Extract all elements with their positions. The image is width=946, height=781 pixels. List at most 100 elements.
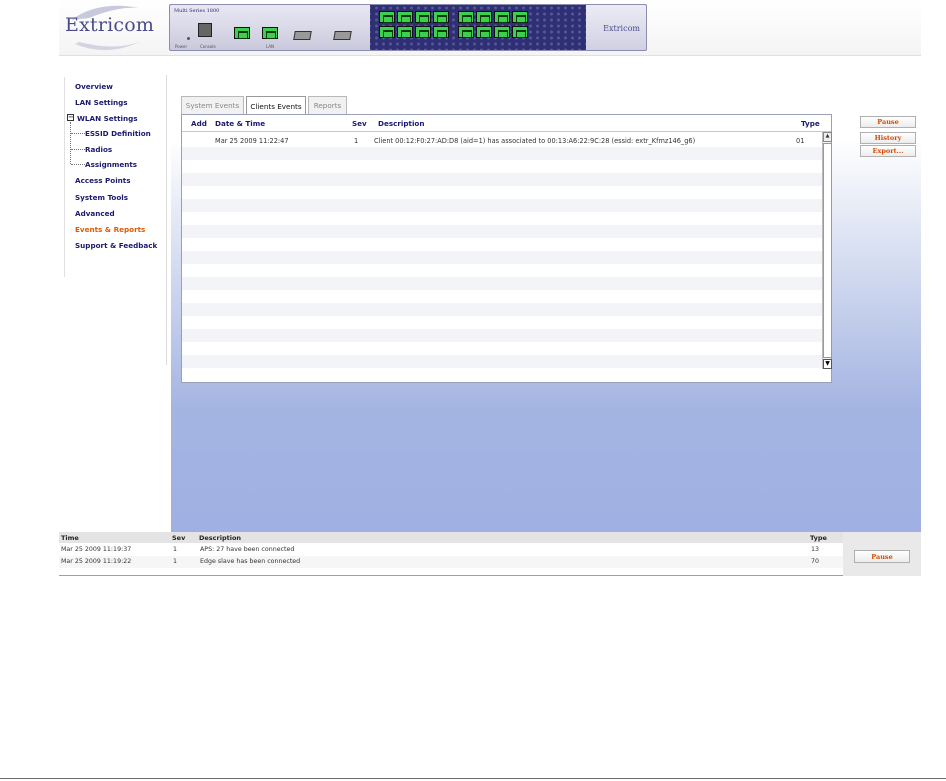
power-led-icon <box>187 37 190 40</box>
table-row <box>182 173 822 186</box>
sidebar-guide <box>64 77 65 277</box>
col-type[interactable]: Type <box>801 119 820 128</box>
log-cell-type: 13 <box>811 546 820 553</box>
table-row[interactable]: Mar 25 2009 11:22:47 1 Client 00:12:F0:2… <box>182 134 822 147</box>
nav-events-reports[interactable]: Events & Reports <box>75 225 145 234</box>
log-col-sev: Sev <box>172 534 186 542</box>
cell-datetime: Mar 25 2009 11:22:47 <box>215 137 289 145</box>
nav-support-feedback[interactable]: Support & Feedback <box>75 241 157 250</box>
nav-lan-settings[interactable]: LAN Settings <box>75 98 128 107</box>
log-pause-button[interactable]: Pause <box>854 550 910 563</box>
events-table-header: Add Date & Time Sev Description Type <box>182 115 831 132</box>
log-cell-type: 70 <box>811 558 820 565</box>
table-row <box>182 277 822 290</box>
radio-port <box>476 26 492 38</box>
lan-label: LAN <box>266 44 275 49</box>
radio-port <box>494 11 510 23</box>
power-label: Power <box>175 44 188 49</box>
export-button[interactable]: Export... <box>860 145 916 157</box>
radio-port <box>379 11 395 23</box>
radio-port <box>512 26 528 38</box>
nav-essid-definition[interactable]: ESSID Definition <box>85 129 151 138</box>
log-row: Mar 25 2009 11:19:37 1 APS: 27 have been… <box>59 544 843 556</box>
system-log: Time Sev Description Type Mar 25 2009 11… <box>59 532 921 576</box>
log-col-time: Time <box>61 534 79 542</box>
tab-system-events[interactable]: System Events <box>181 96 244 114</box>
log-cell-time: Mar 25 2009 11:19:37 <box>61 546 132 553</box>
logo: Extricom <box>65 14 155 36</box>
cell-description: Client 00:12:F0:27:AD:D8 (aid=1) has ass… <box>374 137 696 145</box>
scroll-thumb[interactable] <box>823 143 832 358</box>
tree-connector <box>71 133 85 134</box>
cell-sev: 1 <box>354 137 359 145</box>
table-row <box>182 147 822 160</box>
sidebar-divider <box>166 75 167 365</box>
log-cell-sev: 1 <box>173 558 178 565</box>
table-row <box>182 303 822 316</box>
radio-port <box>379 26 395 38</box>
nav-wlan-settings[interactable]: WLAN Settings <box>77 114 138 123</box>
radio-port <box>415 26 431 38</box>
col-sev[interactable]: Sev <box>352 119 367 128</box>
radio-port <box>494 26 510 38</box>
history-button[interactable]: History <box>860 132 916 144</box>
radio-port <box>458 11 474 23</box>
radio-port <box>415 11 431 23</box>
device-left-face: Multi Series 1800 Power Console LAN <box>170 5 370 50</box>
page-divider <box>0 778 946 779</box>
log-cell-sev: 1 <box>173 546 178 553</box>
header: Extricom Multi Series 1800 Power Console… <box>59 0 921 56</box>
radio-port <box>476 11 492 23</box>
scroll-up-icon[interactable]: ▲ <box>823 132 832 142</box>
table-row <box>182 264 822 277</box>
events-table: Add Date & Time Sev Description Type Mar… <box>181 114 832 383</box>
events-scrollbar[interactable]: ▲ ▼ <box>822 132 832 369</box>
device-brand: Extricom <box>603 24 640 33</box>
scroll-down-icon[interactable]: ▼ <box>823 359 832 369</box>
table-row <box>182 355 822 368</box>
radio-port <box>433 11 449 23</box>
radio-port <box>433 26 449 38</box>
col-add[interactable]: Add <box>191 119 207 128</box>
sfp-port-2 <box>333 31 352 40</box>
table-row <box>182 342 822 355</box>
device-model: Multi Series 1800 <box>174 8 220 14</box>
col-datetime[interactable]: Date & Time <box>215 119 265 128</box>
tree-connector <box>71 149 85 150</box>
sidebar <box>59 70 171 532</box>
log-cell-description: Edge slave has been connected <box>200 558 301 565</box>
col-description[interactable]: Description <box>378 119 425 128</box>
nav-assignments[interactable]: Assignments <box>85 160 137 169</box>
sfp-port-1 <box>293 31 312 40</box>
nav-system-tools[interactable]: System Tools <box>75 193 128 202</box>
device-right-face: Extricom <box>586 5 646 50</box>
log-col-description: Description <box>199 534 242 542</box>
nav-overview[interactable]: Overview <box>75 82 113 91</box>
console-label: Console <box>200 44 216 49</box>
device-panel[interactable]: Multi Series 1800 Power Console LAN Extr… <box>169 4 647 51</box>
table-row <box>182 238 822 251</box>
table-row <box>182 251 822 264</box>
lan-port-1 <box>234 27 250 39</box>
radio-port <box>397 11 413 23</box>
table-row <box>182 199 822 212</box>
nav-access-points[interactable]: Access Points <box>75 176 131 185</box>
radio-port <box>458 26 474 38</box>
nav-advanced[interactable]: Advanced <box>75 209 115 218</box>
radio-port <box>512 11 528 23</box>
table-row <box>182 212 822 225</box>
collapse-icon[interactable]: − <box>67 114 74 121</box>
tab-clients-events[interactable]: Clients Events <box>246 96 306 115</box>
events-table-body: Mar 25 2009 11:22:47 1 Client 00:12:F0:2… <box>182 134 822 368</box>
log-cell-description: APS: 27 have been connected <box>200 546 295 553</box>
table-row <box>182 329 822 342</box>
tree-connector <box>70 122 71 164</box>
pause-button[interactable]: Pause <box>860 116 916 128</box>
table-row <box>182 316 822 329</box>
console-port <box>198 23 212 37</box>
lan-port-2 <box>262 27 278 39</box>
tree-connector <box>71 164 85 165</box>
table-row <box>182 290 822 303</box>
nav-radios[interactable]: Radios <box>85 145 112 154</box>
tab-reports[interactable]: Reports <box>308 96 347 114</box>
